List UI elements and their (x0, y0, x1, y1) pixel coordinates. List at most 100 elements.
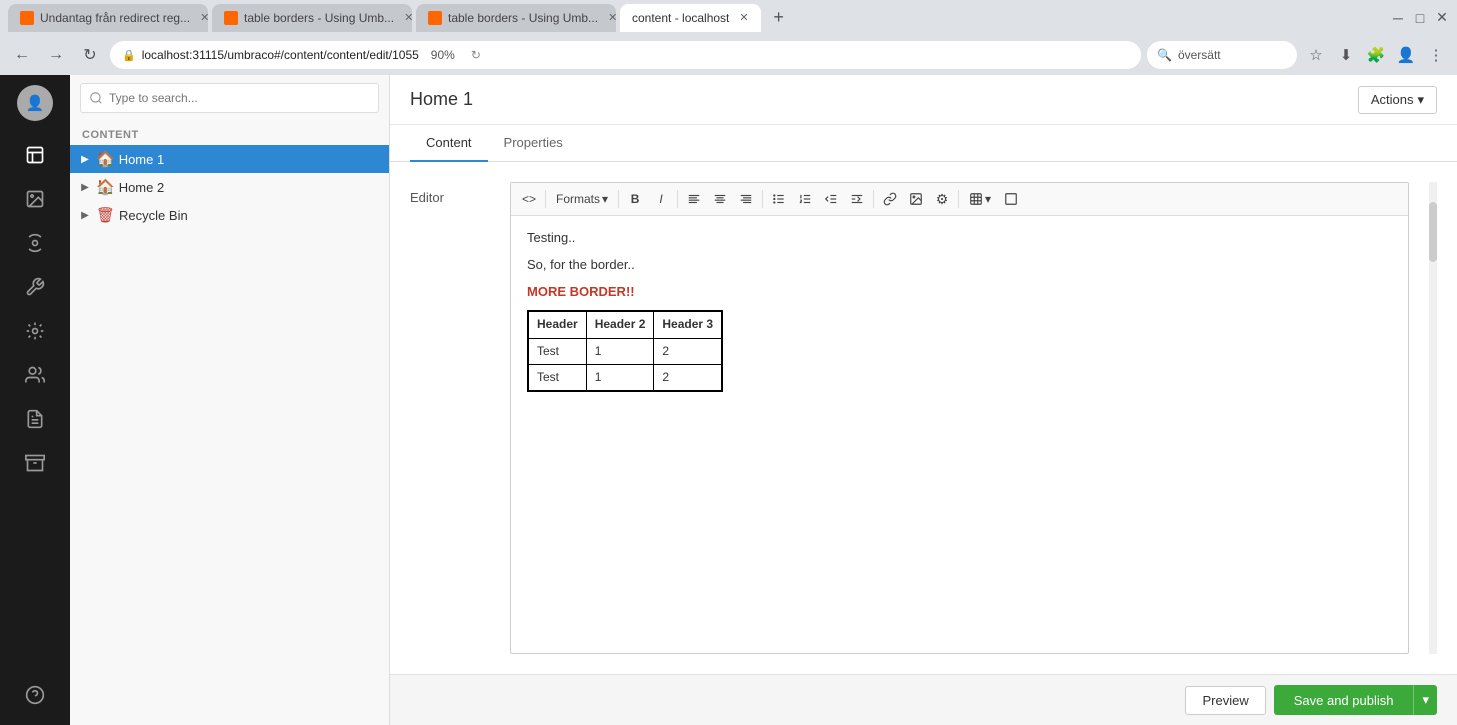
italic-button[interactable]: I (649, 187, 673, 211)
align-center-button[interactable] (708, 187, 732, 211)
editor-box: <> Formats ▾ B I (510, 182, 1409, 654)
tree-item-recycle[interactable]: ▶ 🗑 Recycle Bin (70, 201, 389, 229)
new-tab-button[interactable]: + (765, 4, 793, 32)
content-line2: So, for the border.. (527, 255, 1392, 276)
fullscreen-button[interactable] (999, 187, 1023, 211)
close-button[interactable]: ✕ (1435, 11, 1449, 25)
url-text: localhost:31115/umbraco#/content/content… (142, 48, 419, 62)
content-line1: Testing.. (527, 228, 1392, 249)
rail-media-icon[interactable] (15, 179, 55, 219)
table-cell-1-2: 1 (586, 338, 654, 364)
maximize-button[interactable]: □ (1413, 11, 1427, 25)
address-bar[interactable]: 🔒 localhost:31115/umbraco#/content/conte… (110, 41, 1141, 69)
content-line3: MORE BORDER!! (527, 282, 1392, 303)
download-icon[interactable]: ⬇ (1333, 42, 1359, 68)
page-title: Home 1 (410, 89, 473, 110)
rail-users-icon[interactable] (15, 355, 55, 395)
separator-4 (762, 190, 763, 208)
preview-label: Preview (1202, 693, 1248, 708)
zoom-level: 90% (425, 48, 461, 62)
separator-2 (618, 190, 619, 208)
tab-close-3[interactable]: ✕ (608, 11, 616, 24)
ordered-list-button[interactable] (793, 187, 817, 211)
image-button[interactable] (904, 187, 928, 211)
source-button[interactable]: <> (517, 187, 541, 211)
tab-close-2[interactable]: ✕ (404, 11, 412, 24)
forward-button[interactable]: → (42, 41, 70, 69)
recycle-icon: 🗑 (96, 206, 115, 224)
tab-close-4[interactable]: ✕ (739, 11, 748, 24)
rail-content-icon[interactable] (15, 135, 55, 175)
align-left-button[interactable] (682, 187, 706, 211)
browser-navbar: ← → ↻ 🔒 localhost:31115/umbraco#/content… (0, 35, 1457, 75)
sidebar-search-container (70, 75, 389, 121)
main-header: Home 1 Actions ▾ (390, 75, 1457, 125)
table-arrow: ▾ (985, 192, 991, 206)
tab-1[interactable]: Undantag från redirect reg... ✕ (8, 4, 208, 32)
actions-button[interactable]: Actions ▾ (1358, 86, 1437, 114)
unordered-list-button[interactable] (767, 187, 791, 211)
sidebar: CONTENT ▶ 🏠 Home 1 ▶ 🏠 Home 2 ▶ 🗑 Recycl… (70, 75, 390, 725)
profile-icon[interactable]: 👤 (1393, 42, 1419, 68)
actions-label: Actions (1371, 92, 1414, 107)
editor-content-area[interactable]: Testing.. So, for the border.. MORE BORD… (511, 216, 1408, 616)
tab-close-1[interactable]: ✕ (200, 11, 208, 24)
rail-help-icon[interactable] (15, 675, 55, 715)
minimize-button[interactable]: ─ (1391, 11, 1405, 25)
rail-settings-icon[interactable] (15, 223, 55, 263)
editor-label: Editor (410, 182, 490, 654)
sidebar-search-input[interactable] (80, 83, 379, 113)
rail-tools-icon[interactable] (15, 267, 55, 307)
rail-forms-icon[interactable] (15, 399, 55, 439)
table-cell-1-3: 2 (654, 338, 722, 364)
browser-search[interactable]: 🔍 översätt (1147, 41, 1297, 69)
tab-properties[interactable]: Properties (488, 125, 579, 162)
reload-inline-icon[interactable]: ↻ (471, 48, 481, 62)
tree-label-home2: Home 2 (119, 180, 165, 195)
formats-dropdown[interactable]: Formats ▾ (550, 187, 614, 211)
bookmark-icon[interactable]: ☆ (1303, 42, 1329, 68)
save-label: Save and publish (1294, 693, 1394, 708)
save-button-group: Save and publish ▾ (1274, 685, 1437, 715)
table-header-2: Header 2 (586, 311, 654, 338)
bold-button[interactable]: B (623, 187, 647, 211)
rail-packages-icon[interactable] (15, 443, 55, 483)
table-header-3: Header 3 (654, 311, 722, 338)
menu-icon[interactable]: ⋮ (1423, 42, 1449, 68)
tab-label-3: table borders - Using Umb... (448, 11, 598, 25)
separator-6 (958, 190, 959, 208)
tab-content[interactable]: Content (410, 125, 488, 162)
tab-content-label: Content (426, 135, 472, 150)
preview-button[interactable]: Preview (1185, 686, 1265, 715)
outdent-button[interactable] (819, 187, 843, 211)
footer: Preview Save and publish ▾ (390, 674, 1457, 725)
tab-2[interactable]: table borders - Using Umb... ✕ (212, 4, 412, 32)
tab-4[interactable]: content - localhost ✕ (620, 4, 761, 32)
app: 👤 (0, 75, 1457, 725)
reload-button[interactable]: ↻ (76, 41, 104, 69)
save-publish-dropdown[interactable]: ▾ (1413, 685, 1437, 715)
extension-icon[interactable]: 🧩 (1363, 42, 1389, 68)
tabs-bar: Content Properties (390, 125, 1457, 162)
editor-toolbar: <> Formats ▾ B I (511, 183, 1408, 216)
scrollbar-thumb[interactable] (1429, 202, 1437, 262)
avatar-icon: 👤 (26, 94, 45, 112)
back-button[interactable]: ← (8, 41, 36, 69)
link-button[interactable] (878, 187, 902, 211)
indent-button[interactable] (845, 187, 869, 211)
security-icon: 🔒 (122, 49, 136, 62)
tree-label-home1: Home 1 (119, 152, 165, 167)
tab-3[interactable]: table borders - Using Umb... ✕ (416, 4, 616, 32)
tree-item-home2[interactable]: ▶ 🏠 Home 2 (70, 173, 389, 201)
home1-icon: 🏠 (96, 150, 115, 168)
search-icon: 🔍 (1157, 48, 1172, 62)
save-publish-button[interactable]: Save and publish (1274, 685, 1414, 715)
align-right-button[interactable] (734, 187, 758, 211)
tree-item-home1[interactable]: ▶ 🏠 Home 1 (70, 145, 389, 173)
table-button[interactable]: ▾ (963, 187, 997, 211)
scrollbar-track[interactable] (1429, 182, 1437, 654)
rail-gear-icon[interactable] (15, 311, 55, 351)
avatar[interactable]: 👤 (17, 85, 53, 121)
macros-button[interactable]: ⚙ (930, 187, 954, 211)
editor-table[interactable]: Header Header 2 Header 3 Test 1 2 Test 1 (527, 310, 723, 392)
